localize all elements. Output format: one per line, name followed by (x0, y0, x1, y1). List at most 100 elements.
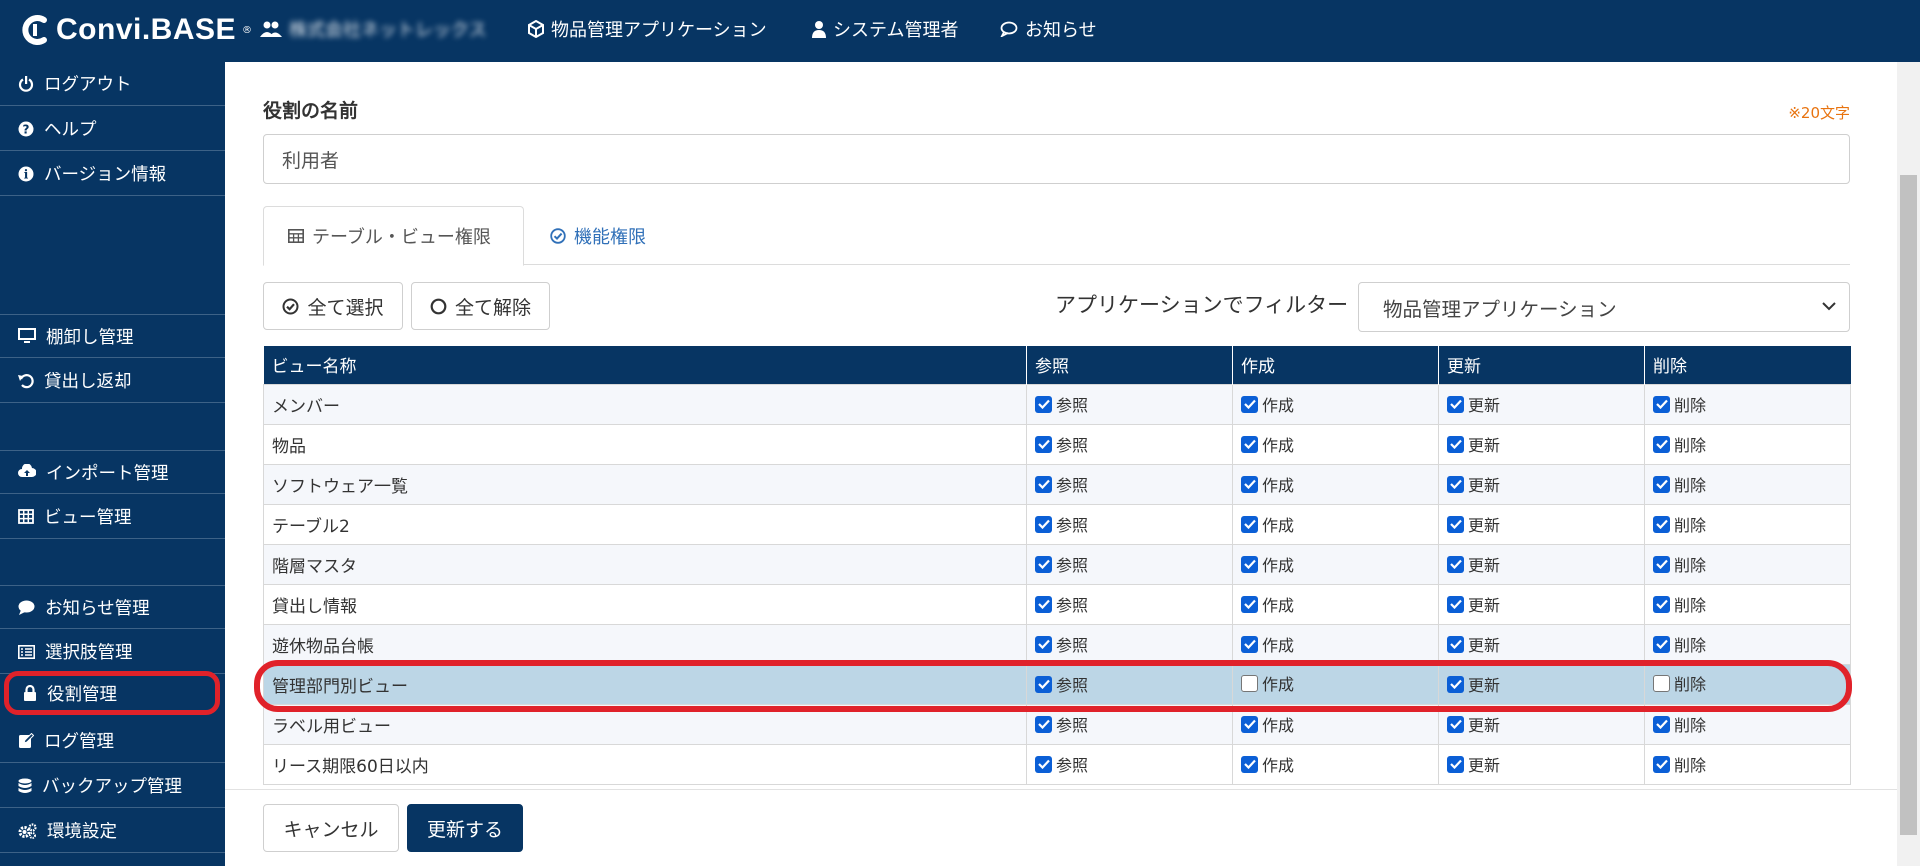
update-checkbox[interactable]: 更新 (1447, 472, 1500, 496)
checkbox-checked-icon[interactable] (1447, 475, 1464, 493)
sidebar-item-view-management[interactable]: ビュー管理 (0, 495, 225, 539)
sidebar-item-backup-management[interactable]: バックアップ管理 (0, 764, 225, 808)
create-checkbox[interactable]: 作成 (1241, 392, 1294, 416)
checkbox-checked-icon[interactable] (1035, 675, 1052, 693)
update-checkbox[interactable]: 更新 (1447, 632, 1500, 656)
read-checkbox[interactable]: 参照 (1035, 592, 1088, 616)
checkbox-checked-icon[interactable] (1447, 715, 1464, 733)
checkbox-checked-icon[interactable] (1035, 555, 1052, 573)
checkbox-checked-icon[interactable] (1653, 475, 1670, 493)
checkbox-checked-icon[interactable] (1447, 675, 1464, 693)
delete-checkbox[interactable]: 削除 (1653, 712, 1706, 736)
update-button[interactable]: 更新する (407, 804, 523, 852)
tab-function-permissions[interactable]: 機能権限 (550, 206, 646, 266)
tab-table-view-permissions[interactable]: テーブル・ビュー権限 (263, 206, 524, 266)
delete-checkbox[interactable]: 削除 (1653, 592, 1706, 616)
read-checkbox[interactable]: 参照 (1035, 512, 1088, 536)
sidebar-item-lending[interactable]: 貸出し返却 (0, 359, 225, 403)
checkbox-checked-icon[interactable] (1241, 595, 1258, 613)
checkbox-checked-icon[interactable] (1447, 395, 1464, 413)
delete-checkbox[interactable]: 削除 (1653, 512, 1706, 536)
checkbox-checked-icon[interactable] (1447, 515, 1464, 533)
application-filter-select[interactable]: 物品管理アプリケーション (1358, 282, 1850, 332)
create-checkbox[interactable]: 作成 (1241, 712, 1294, 736)
create-checkbox[interactable]: 作成 (1241, 472, 1294, 496)
checkbox-checked-icon[interactable] (1447, 435, 1464, 453)
read-checkbox[interactable]: 参照 (1035, 752, 1088, 776)
sidebar-item-inventory[interactable]: 棚卸し管理 (0, 314, 225, 358)
nav-notice[interactable]: お知らせ (1000, 14, 1097, 44)
sidebar-item-version[interactable]: i バージョン情報 (0, 152, 225, 196)
read-checkbox[interactable]: 参照 (1035, 552, 1088, 576)
checkbox-checked-icon[interactable] (1035, 435, 1052, 453)
checkbox-checked-icon[interactable] (1241, 435, 1258, 453)
checkbox-checked-icon[interactable] (1653, 515, 1670, 533)
delete-checkbox[interactable]: 削除 (1653, 472, 1706, 496)
checkbox-checked-icon[interactable] (1653, 755, 1670, 773)
checkbox-checked-icon[interactable] (1653, 435, 1670, 453)
sidebar-item-choice-management[interactable]: 選択肢管理 (0, 630, 225, 674)
checkbox-checked-icon[interactable] (1447, 595, 1464, 613)
read-checkbox[interactable]: 参照 (1035, 392, 1088, 416)
checkbox-checked-icon[interactable] (1653, 595, 1670, 613)
create-checkbox[interactable]: 作成 (1241, 552, 1294, 576)
update-checkbox[interactable]: 更新 (1447, 752, 1500, 776)
sidebar-item-settings[interactable]: 環境設定 (0, 809, 225, 853)
checkbox-checked-icon[interactable] (1653, 715, 1670, 733)
delete-checkbox[interactable]: 削除 (1653, 671, 1706, 695)
update-checkbox[interactable]: 更新 (1447, 552, 1500, 576)
create-checkbox[interactable]: 作成 (1241, 671, 1294, 695)
update-checkbox[interactable]: 更新 (1447, 512, 1500, 536)
checkbox-checked-icon[interactable] (1241, 555, 1258, 573)
checkbox-checked-icon[interactable] (1241, 635, 1258, 653)
deselect-all-button[interactable]: 全て解除 (411, 282, 550, 330)
update-checkbox[interactable]: 更新 (1447, 672, 1500, 696)
delete-checkbox[interactable]: 削除 (1653, 392, 1706, 416)
delete-checkbox[interactable]: 削除 (1653, 552, 1706, 576)
create-checkbox[interactable]: 作成 (1241, 592, 1294, 616)
checkbox-checked-icon[interactable] (1241, 475, 1258, 493)
checkbox-checked-icon[interactable] (1241, 755, 1258, 773)
delete-checkbox[interactable]: 削除 (1653, 432, 1706, 456)
read-checkbox[interactable]: 参照 (1035, 472, 1088, 496)
update-checkbox[interactable]: 更新 (1447, 592, 1500, 616)
checkbox-checked-icon[interactable] (1035, 715, 1052, 733)
sidebar-item-logout[interactable]: ログアウト (0, 62, 225, 106)
update-checkbox[interactable]: 更新 (1447, 712, 1500, 736)
sidebar-item-help[interactable]: ? ヘルプ (0, 107, 225, 151)
checkbox-checked-icon[interactable] (1447, 635, 1464, 653)
cancel-button[interactable]: キャンセル (263, 804, 399, 852)
checkbox-checked-icon[interactable] (1447, 755, 1464, 773)
read-checkbox[interactable]: 参照 (1035, 432, 1088, 456)
select-all-button[interactable]: 全て選択 (263, 282, 403, 330)
checkbox-checked-icon[interactable] (1241, 715, 1258, 733)
checkbox-checked-icon[interactable] (1241, 395, 1258, 413)
app-logo[interactable]: Convi.BASE ® (20, 10, 252, 50)
checkbox-checked-icon[interactable] (1035, 395, 1052, 413)
role-name-input[interactable] (263, 134, 1850, 184)
checkbox-checked-icon[interactable] (1653, 395, 1670, 413)
checkbox-unchecked-icon[interactable] (1241, 674, 1258, 692)
read-checkbox[interactable]: 参照 (1035, 712, 1088, 736)
checkbox-unchecked-icon[interactable] (1653, 674, 1670, 692)
create-checkbox[interactable]: 作成 (1241, 432, 1294, 456)
checkbox-checked-icon[interactable] (1035, 635, 1052, 653)
read-checkbox[interactable]: 参照 (1035, 632, 1088, 656)
update-checkbox[interactable]: 更新 (1447, 392, 1500, 416)
nav-application[interactable]: 物品管理アプリケーション (528, 14, 767, 44)
checkbox-checked-icon[interactable] (1035, 515, 1052, 533)
checkbox-checked-icon[interactable] (1035, 755, 1052, 773)
update-checkbox[interactable]: 更新 (1447, 432, 1500, 456)
create-checkbox[interactable]: 作成 (1241, 752, 1294, 776)
checkbox-checked-icon[interactable] (1653, 635, 1670, 653)
sidebar-item-log-management[interactable]: ログ管理 (0, 719, 225, 763)
sidebar-item-import[interactable]: インポート管理 (0, 450, 225, 494)
read-checkbox[interactable]: 参照 (1035, 672, 1088, 696)
page-scrollbar-thumb[interactable] (1900, 175, 1917, 835)
checkbox-checked-icon[interactable] (1653, 555, 1670, 573)
create-checkbox[interactable]: 作成 (1241, 632, 1294, 656)
checkbox-checked-icon[interactable] (1035, 595, 1052, 613)
sidebar-item-role-management[interactable]: 役割管理 (4, 671, 220, 715)
checkbox-checked-icon[interactable] (1035, 475, 1052, 493)
create-checkbox[interactable]: 作成 (1241, 512, 1294, 536)
